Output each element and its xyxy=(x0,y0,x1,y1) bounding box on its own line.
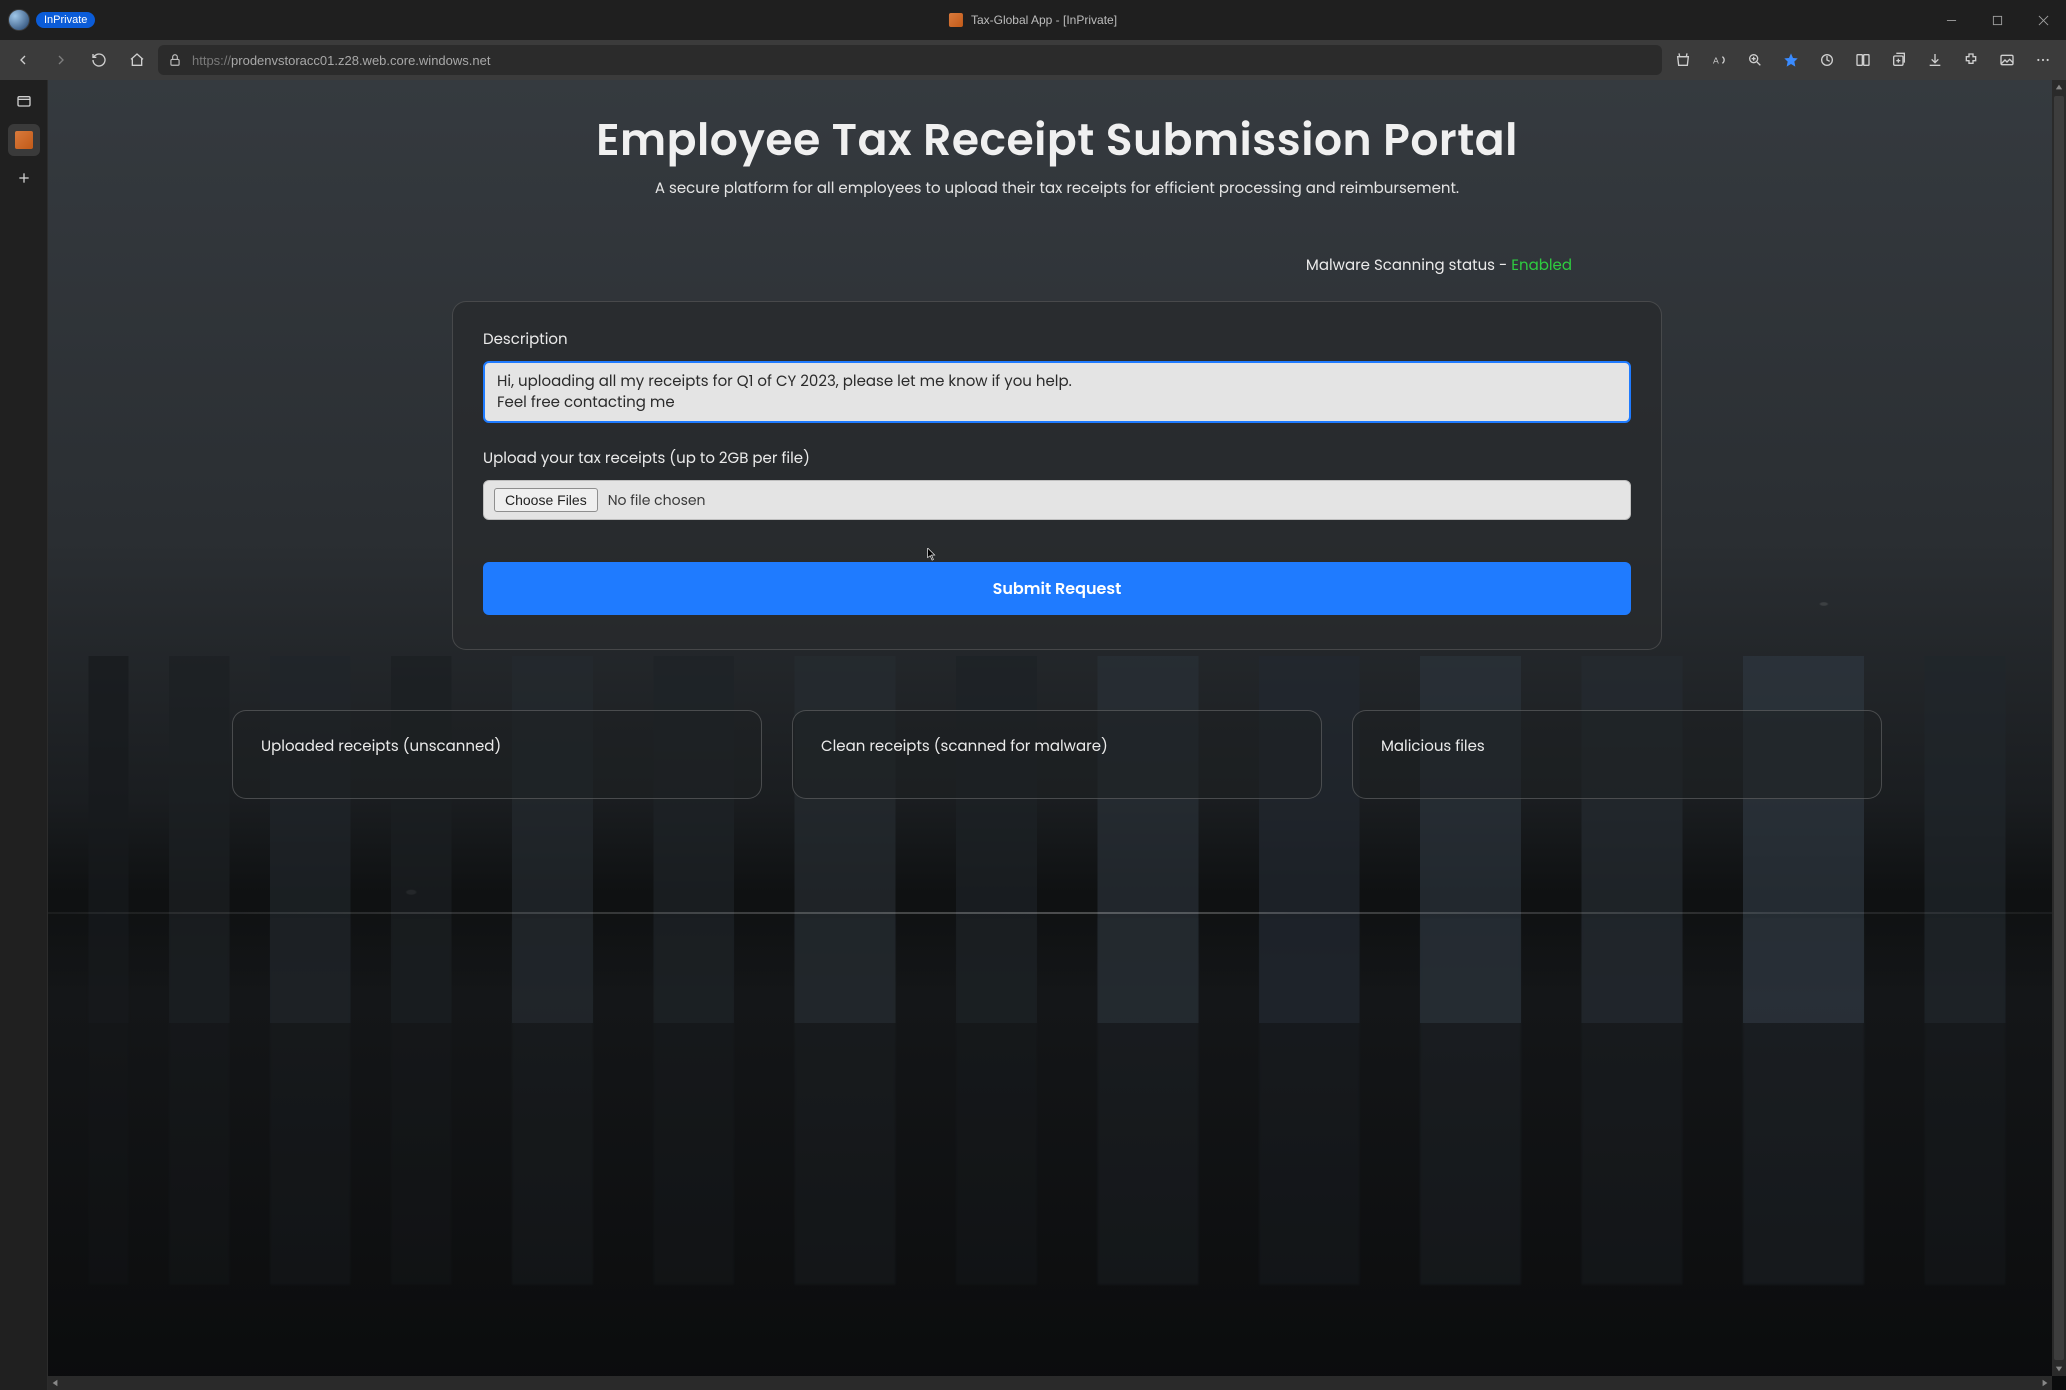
file-input-row[interactable]: Choose Files No file chosen xyxy=(483,480,1631,520)
shopping-icon[interactable] xyxy=(1666,44,1700,76)
malware-scan-status: Malware Scanning status - Enabled xyxy=(432,254,1682,277)
sidebar-favicon-icon xyxy=(15,131,33,149)
screenshot-icon[interactable] xyxy=(1990,44,2024,76)
extensions-icon[interactable] xyxy=(1954,44,1988,76)
file-status-text: No file chosen xyxy=(608,490,706,511)
page-subtitle: A secure platform for all employees to u… xyxy=(48,177,2066,200)
sidebar-new-tab-button[interactable] xyxy=(8,162,40,194)
browser-tab[interactable]: Tax-Global App - [InPrivate] xyxy=(949,13,1117,27)
uploaded-receipts-panel: Uploaded receipts (unscanned) xyxy=(232,710,762,799)
submit-request-button[interactable]: Submit Request xyxy=(483,562,1631,615)
clean-receipts-panel: Clean receipts (scanned for malware) xyxy=(792,710,1322,799)
window-close-button[interactable] xyxy=(2020,0,2066,40)
sidebar-tab-current[interactable] xyxy=(8,124,40,156)
window-titlebar: InPrivate Tax-Global App - [InPrivate] xyxy=(0,0,2066,40)
scan-status-value: Enabled xyxy=(1511,255,1572,276)
clean-panel-title: Clean receipts (scanned for malware) xyxy=(821,735,1293,758)
zoom-icon[interactable] xyxy=(1738,44,1772,76)
svg-text:A: A xyxy=(1713,55,1719,65)
address-url: https://prodenvstoracc01.z28.web.core.wi… xyxy=(192,53,490,68)
favorite-star-icon[interactable] xyxy=(1774,44,1808,76)
more-menu-icon[interactable] xyxy=(2026,44,2060,76)
vertical-tabs-sidebar xyxy=(0,80,48,1390)
malicious-files-panel: Malicious files xyxy=(1352,710,1882,799)
window-minimize-button[interactable] xyxy=(1928,0,1974,40)
choose-files-button[interactable]: Choose Files xyxy=(494,488,598,512)
tab-favicon-icon xyxy=(949,13,963,27)
ext-refresh-icon[interactable] xyxy=(1810,44,1844,76)
page-title: Employee Tax Receipt Submission Portal xyxy=(48,108,2066,173)
uploaded-panel-title: Uploaded receipts (unscanned) xyxy=(261,735,733,758)
profile-avatar[interactable] xyxy=(8,9,30,31)
lock-icon xyxy=(168,53,182,67)
submission-form-card: Description Hi, uploading all my receipt… xyxy=(452,301,1662,650)
sidebar-tab-actions-icon[interactable] xyxy=(8,86,40,118)
upload-label: Upload your tax receipts (up to 2GB per … xyxy=(483,447,1631,470)
inprivate-badge: InPrivate xyxy=(36,12,95,28)
description-label: Description xyxy=(483,328,1631,351)
collections-icon[interactable] xyxy=(1882,44,1916,76)
nav-home-button[interactable] xyxy=(120,44,154,76)
address-toolbar: https://prodenvstoracc01.z28.web.core.wi… xyxy=(0,40,2066,80)
nav-forward-button[interactable] xyxy=(44,44,78,76)
malicious-panel-title: Malicious files xyxy=(1381,735,1853,758)
nav-refresh-button[interactable] xyxy=(82,44,116,76)
split-screen-icon[interactable] xyxy=(1846,44,1880,76)
address-field[interactable]: https://prodenvstoracc01.z28.web.core.wi… xyxy=(158,45,1662,75)
downloads-icon[interactable] xyxy=(1918,44,1952,76)
scan-status-label: Malware Scanning status - xyxy=(1306,255,1511,276)
description-textarea[interactable]: Hi, uploading all my receipts for Q1 of … xyxy=(483,361,1631,423)
read-aloud-icon[interactable]: A xyxy=(1702,44,1736,76)
window-maximize-button[interactable] xyxy=(1974,0,2020,40)
nav-back-button[interactable] xyxy=(6,44,40,76)
tab-title: Tax-Global App - [InPrivate] xyxy=(971,13,1117,27)
